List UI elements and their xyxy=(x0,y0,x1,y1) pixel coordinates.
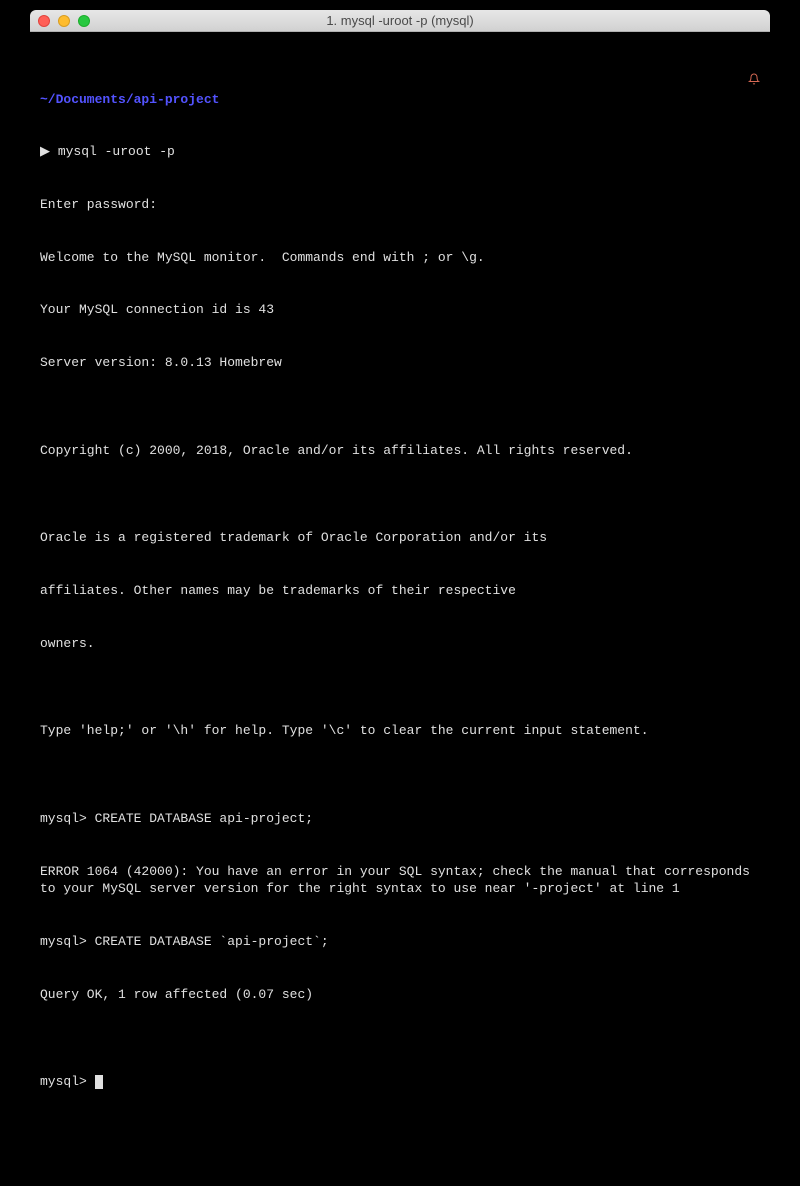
output-line: Enter password: xyxy=(40,196,760,214)
output-line: affiliates. Other names may be trademark… xyxy=(40,582,760,600)
terminal-window: 1. mysql -uroot -p (mysql) ~/Documents/a… xyxy=(30,10,770,1186)
mysql-prompt: mysql> xyxy=(40,1073,760,1091)
minimize-icon[interactable] xyxy=(58,15,70,27)
cursor-icon xyxy=(95,1075,103,1089)
output-line: owners. xyxy=(40,635,760,653)
output-line: Query OK, 1 row affected (0.07 sec) xyxy=(40,986,760,1004)
output-line: Welcome to the MySQL monitor. Commands e… xyxy=(40,249,760,267)
terminal-body[interactable]: ~/Documents/api-project ▶ mysql -uroot -… xyxy=(30,32,770,1186)
titlebar[interactable]: 1. mysql -uroot -p (mysql) xyxy=(30,10,770,32)
traffic-lights xyxy=(30,15,90,27)
close-icon[interactable] xyxy=(38,15,50,27)
prompt-prefix: ▶ xyxy=(40,144,58,159)
bell-icon xyxy=(748,38,760,50)
mysql-command: mysql> CREATE DATABASE `api-project`; xyxy=(40,933,760,951)
output-line: Type 'help;' or '\h' for help. Type '\c'… xyxy=(40,722,760,740)
output-line: Your MySQL connection id is 43 xyxy=(40,301,760,319)
output-line: Copyright (c) 2000, 2018, Oracle and/or … xyxy=(40,442,760,460)
zoom-icon[interactable] xyxy=(78,15,90,27)
mysql-command: mysql> CREATE DATABASE api-project; xyxy=(40,810,760,828)
output-line: Server version: 8.0.13 Homebrew xyxy=(40,354,760,372)
prompt-text: mysql> xyxy=(40,1074,95,1089)
window-title: 1. mysql -uroot -p (mysql) xyxy=(30,13,770,28)
output-line: Oracle is a registered trademark of Orac… xyxy=(40,529,760,547)
shell-command: mysql -uroot -p xyxy=(58,144,175,159)
cwd-path: ~/Documents/api-project xyxy=(40,92,219,107)
error-line: ERROR 1064 (42000): You have an error in… xyxy=(40,863,760,898)
